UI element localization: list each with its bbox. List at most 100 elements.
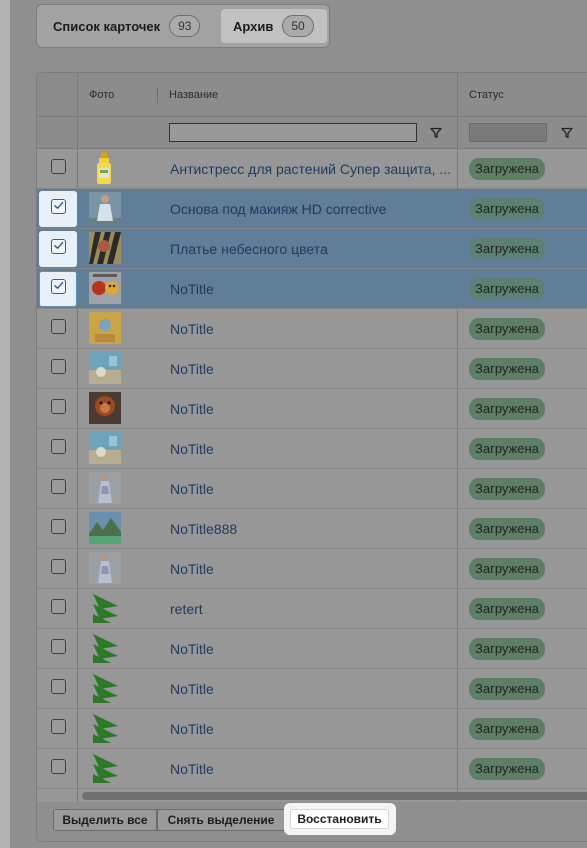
card-name-link[interactable]: NoTitle [170, 549, 214, 589]
card-name-link[interactable]: Платье небесного цвета [170, 229, 328, 269]
row-checkbox[interactable] [51, 159, 66, 174]
card-name-link[interactable]: Антистресс для растений Супер защита, ..… [170, 149, 451, 189]
card-name-link[interactable]: Основа под макияж HD corrective [170, 189, 386, 229]
row-checkbox[interactable] [51, 519, 66, 534]
status-badge: Загружена [469, 558, 545, 580]
product-thumbnail[interactable] [89, 312, 121, 344]
status-badge: Загружена [469, 198, 545, 220]
table-row[interactable]: NoTitle Загружена [37, 629, 587, 669]
table-filter-row [37, 117, 587, 149]
card-name-link[interactable]: NoTitle [170, 269, 214, 309]
table-row[interactable]: NoTitle Загружена [37, 669, 587, 709]
column-header-status[interactable]: Статус [457, 73, 587, 117]
table-row[interactable]: NoTitle Загружена [37, 549, 587, 589]
table-row[interactable]: retert Загружена [37, 589, 587, 629]
product-thumbnail[interactable] [89, 152, 121, 184]
status-filter-icon[interactable] [561, 127, 573, 139]
status-badge: Загружена [469, 278, 545, 300]
horizontal-scrollbar[interactable] [82, 792, 587, 800]
tab-cards-count-badge: 93 [169, 15, 201, 37]
table-row[interactable]: NoTitle Загружена [37, 309, 587, 349]
row-checkbox[interactable] [51, 639, 66, 654]
table-row[interactable]: Основа под макияж HD corrective Загружена [37, 189, 587, 229]
product-thumbnail[interactable] [89, 272, 121, 304]
column-header-photo[interactable]: Фото [77, 73, 157, 117]
status-filter-select[interactable] [469, 123, 547, 142]
row-checkbox[interactable] [51, 759, 66, 774]
tab-cards-list[interactable]: Список карточек 93 [43, 9, 221, 43]
row-checkbox[interactable] [51, 439, 66, 454]
product-thumbnail[interactable] [89, 192, 121, 224]
row-checkbox[interactable] [51, 599, 66, 614]
row-checkbox[interactable] [51, 399, 66, 414]
table-row[interactable]: NoTitle Загружена [37, 429, 587, 469]
card-name-link[interactable]: NoTitle [170, 309, 214, 349]
table-row[interactable]: NoTitle888 Загружена [37, 509, 587, 549]
card-name-link[interactable]: NoTitle [170, 469, 214, 509]
restore-button[interactable]: Восстановить [290, 809, 389, 829]
row-checkbox[interactable] [51, 279, 66, 294]
status-badge: Загружена [469, 398, 545, 420]
product-thumbnail[interactable] [89, 232, 121, 264]
status-badge: Загружена [469, 238, 545, 260]
card-name-link[interactable]: NoTitle [170, 669, 214, 709]
row-checkbox[interactable] [51, 719, 66, 734]
card-name-link[interactable]: NoTitle [170, 709, 214, 749]
card-name-link[interactable]: NoTitle [170, 749, 214, 789]
name-filter-input[interactable] [169, 123, 417, 142]
restore-button-highlight: Восстановить [284, 803, 396, 835]
table-row[interactable]: Антистресс для растений Супер защита, ..… [37, 149, 587, 189]
table-row[interactable]: NoTitle Загружена [37, 469, 587, 509]
product-thumbnail[interactable] [89, 552, 121, 584]
tab-archive-label: Архив [233, 18, 274, 34]
table-row[interactable]: NoTitle Загружена [37, 709, 587, 749]
card-name-link[interactable]: NoTitle [170, 629, 214, 669]
status-badge: Загружена [469, 718, 545, 740]
name-filter-icon[interactable] [430, 127, 442, 139]
product-thumbnail[interactable] [89, 632, 121, 664]
status-badge: Загружена [469, 358, 545, 380]
row-checkbox[interactable] [51, 199, 66, 214]
row-checkbox[interactable] [51, 559, 66, 574]
row-checkbox[interactable] [51, 479, 66, 494]
product-thumbnail[interactable] [89, 472, 121, 504]
column-header-name[interactable]: Название [157, 73, 457, 117]
row-checkbox[interactable] [51, 319, 66, 334]
product-thumbnail[interactable] [89, 672, 121, 704]
product-thumbnail[interactable] [89, 352, 121, 384]
product-thumbnail[interactable] [89, 592, 121, 624]
status-badge: Загружена [469, 678, 545, 700]
product-thumbnail[interactable] [89, 392, 121, 424]
card-name-link[interactable]: NoTitle888 [170, 509, 237, 549]
status-badge: Загружена [469, 318, 545, 340]
card-name-link[interactable]: NoTitle [170, 429, 214, 469]
tab-archive[interactable]: Архив 50 [221, 9, 327, 43]
status-badge: Загружена [469, 158, 545, 180]
row-checkbox[interactable] [51, 239, 66, 254]
card-name-link[interactable]: NoTitle [170, 349, 214, 389]
table-footer: Выделить все Снять выделение Восстановит… [37, 802, 587, 841]
product-thumbnail[interactable] [89, 512, 121, 544]
table-row[interactable]: NoTitle Загружена [37, 749, 587, 789]
product-thumbnail[interactable] [89, 432, 121, 464]
status-badge: Загружена [469, 638, 545, 660]
row-checkbox[interactable] [51, 359, 66, 374]
tab-archive-count-badge: 50 [282, 15, 314, 37]
checkmark-icon [54, 241, 64, 249]
table-row[interactable]: NoTitle Загружена [37, 349, 587, 389]
deselect-button[interactable]: Снять выделение [157, 809, 285, 831]
select-all-button[interactable]: Выделить все [53, 809, 157, 831]
card-name-link[interactable]: retert [170, 589, 203, 629]
table-row[interactable]: Платье небесного цвета Загружена [37, 229, 587, 269]
card-name-link[interactable]: NoTitle [170, 389, 214, 429]
product-thumbnail[interactable] [89, 752, 121, 784]
table-row[interactable]: NoTitle Загружена [37, 269, 587, 309]
table-header-row: Фото Название Статус [37, 73, 587, 117]
view-tabs: Список карточек 93 Архив 50 [36, 4, 330, 48]
row-checkbox[interactable] [51, 679, 66, 694]
tab-cards-list-label: Список карточек [53, 18, 161, 34]
product-thumbnail[interactable] [89, 712, 121, 744]
table-row[interactable]: NoTitle Загружена [37, 389, 587, 429]
checkmark-icon [54, 201, 64, 209]
status-badge: Загружена [469, 518, 545, 540]
